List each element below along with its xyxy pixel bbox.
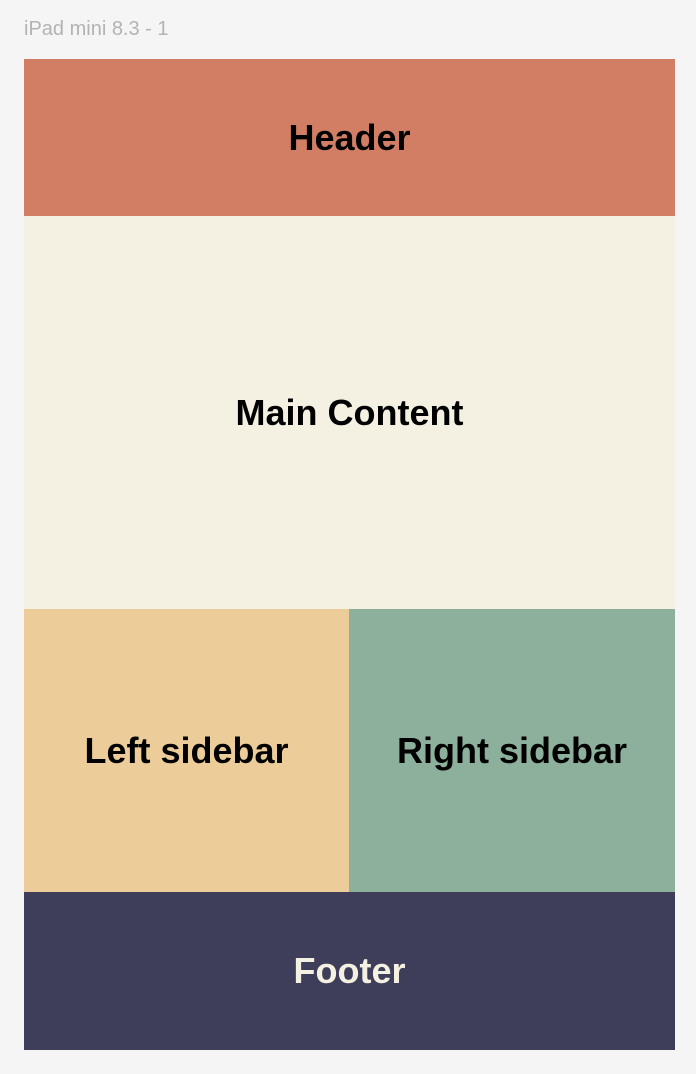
left-sidebar-label: Left sidebar bbox=[84, 729, 289, 771]
ipad-frame[interactable]: Header Main Content Left sidebar Right s… bbox=[24, 59, 675, 1050]
right-sidebar-label: Right sidebar bbox=[396, 729, 628, 771]
main-content-region[interactable]: Main Content bbox=[24, 216, 675, 609]
main-content-label: Main Content bbox=[235, 391, 464, 433]
right-sidebar-region[interactable]: Right sidebar bbox=[349, 609, 675, 892]
footer-region[interactable]: Footer bbox=[24, 892, 675, 1050]
header-region[interactable]: Header bbox=[24, 59, 675, 216]
left-sidebar-region[interactable]: Left sidebar bbox=[24, 609, 349, 892]
frame-label: iPad mini 8.3 - 1 bbox=[24, 18, 169, 40]
footer-label: Footer bbox=[293, 950, 406, 991]
header-label: Header bbox=[288, 116, 411, 158]
